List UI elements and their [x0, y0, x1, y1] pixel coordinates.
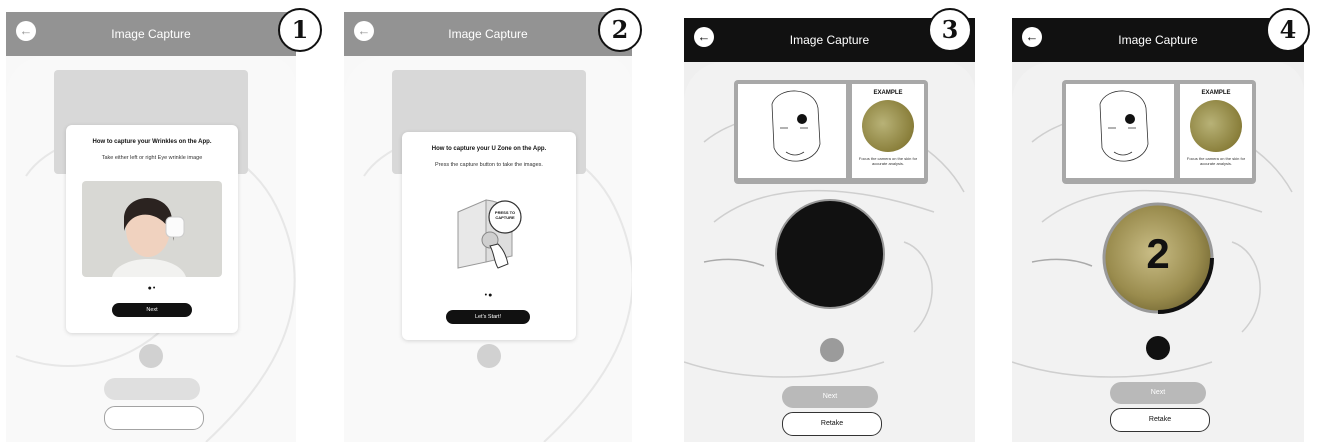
- screen-title: Image Capture: [1118, 33, 1198, 47]
- press-to-capture-label: PRESS TO CAPTURE: [494, 210, 516, 220]
- example-label: EXAMPLE: [1201, 90, 1231, 96]
- countdown-number: 2: [1146, 230, 1170, 277]
- example-skin-image: [862, 100, 914, 152]
- modal-title: How to capture your U Zone on the App.: [431, 146, 547, 152]
- step-number-2: 2: [598, 8, 642, 52]
- screen-2: ← Image Capture How to capture your U Zo…: [344, 12, 632, 442]
- lets-start-button[interactable]: Let's Start!: [446, 310, 530, 324]
- screen-4: ← Image Capture 2 EXAMPLE Focus the came…: [1012, 18, 1304, 442]
- example-image-box: EXAMPLE Focus the camera on the skin for…: [852, 84, 924, 178]
- face-sketch-illustration: [1099, 90, 1149, 162]
- modal-title: How to capture your Wrinkles on the App.: [92, 139, 212, 145]
- next-button[interactable]: Next: [1110, 382, 1206, 404]
- example-skin-image: [1190, 100, 1242, 152]
- target-marker: [797, 114, 807, 124]
- example-caption: Focus the camera on the skin for accurat…: [858, 156, 918, 166]
- example-image-box: EXAMPLE Focus the camera on the skin for…: [1180, 84, 1252, 178]
- modal-subtitle: Press the capture button to take the ima…: [435, 162, 543, 168]
- next-button[interactable]: Next: [112, 303, 192, 317]
- retake-button[interactable]: Retake: [1110, 408, 1210, 432]
- capture-area: 2 EXAMPLE Focus the camera on the skin f…: [1012, 62, 1304, 442]
- example-label: EXAMPLE: [873, 90, 903, 96]
- face-sketch-illustration: [771, 90, 821, 162]
- page-dots: ●•: [147, 285, 157, 292]
- modal-subtitle: Take either left or right Eye wrinkle im…: [101, 155, 203, 161]
- page-dots: •●: [484, 292, 494, 299]
- tutorial-modal: How to capture your U Zone on the App. P…: [402, 132, 576, 340]
- step-number-4: 4: [1266, 8, 1310, 52]
- step-number-1: 1: [278, 8, 322, 52]
- step-number-3: 3: [928, 8, 972, 52]
- retake-button[interactable]: Retake: [782, 412, 882, 436]
- top-bar: ← Image Capture: [1012, 18, 1304, 62]
- face-sketch: [738, 84, 846, 178]
- example-caption: Focus the camera on the skin for accurat…: [1186, 156, 1246, 166]
- capture-area: EXAMPLE Focus the camera on the skin for…: [684, 62, 975, 442]
- reference-card: EXAMPLE Focus the camera on the skin for…: [1062, 80, 1256, 184]
- screen-1: ← Image Capture How to capture your Wrin…: [6, 12, 296, 442]
- target-marker: [1125, 114, 1135, 124]
- screen-3: ← Image Capture EXAMPLE Focus the camera…: [684, 18, 975, 442]
- face-sketch: [1066, 84, 1174, 178]
- reference-card: EXAMPLE Focus the camera on the skin for…: [734, 80, 928, 184]
- tutorial-photo: [82, 181, 222, 277]
- tutorial-modal: How to capture your Wrinkles on the App.…: [66, 125, 238, 333]
- next-button[interactable]: Next: [782, 386, 878, 408]
